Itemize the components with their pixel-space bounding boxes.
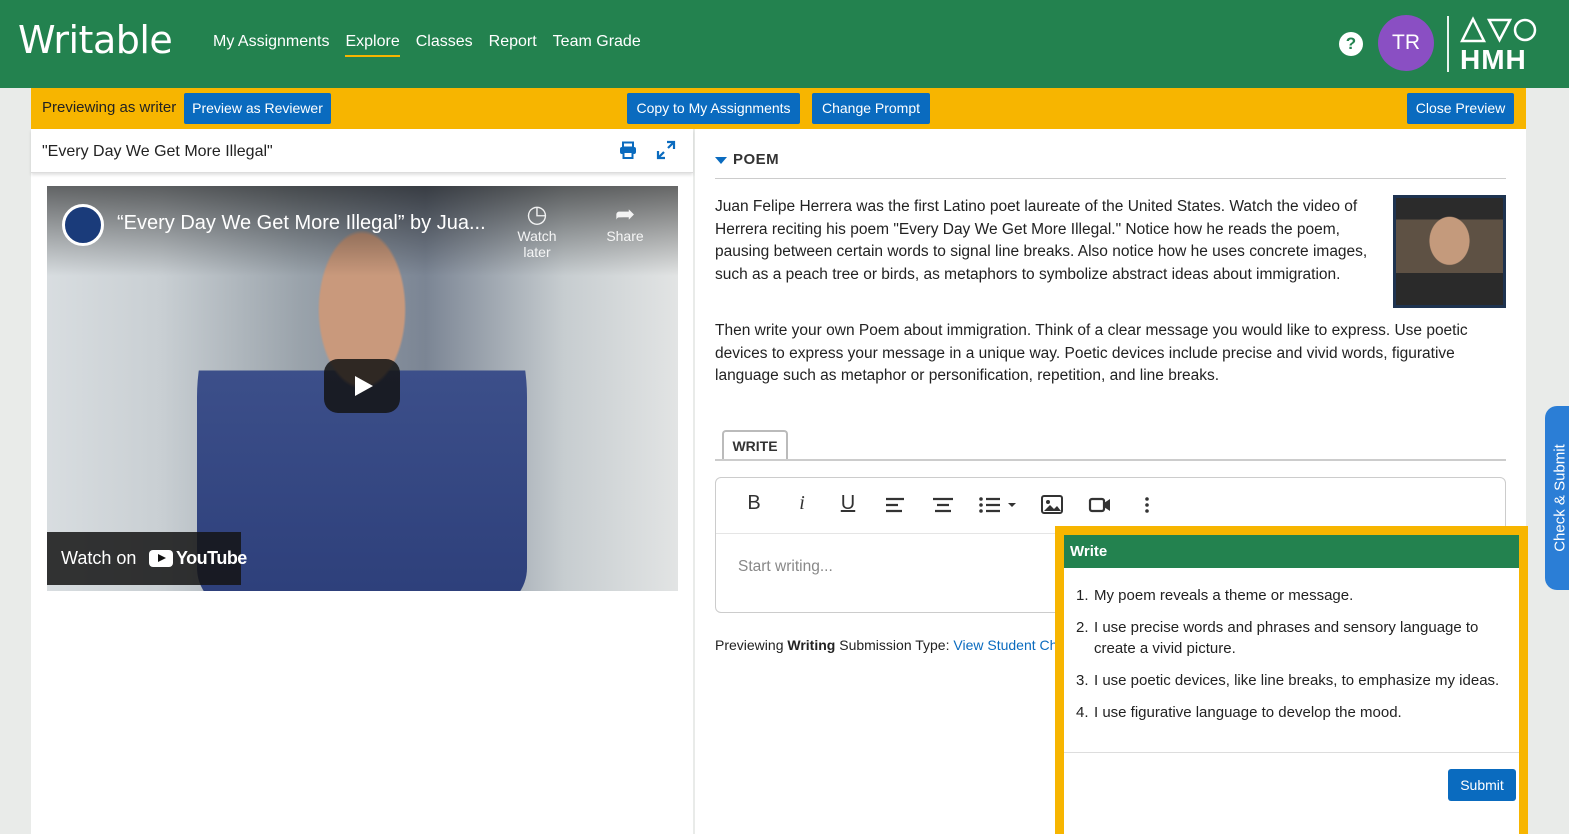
watch-on-youtube-button[interactable]: Watch on YouTube bbox=[47, 532, 247, 585]
section-divider bbox=[715, 178, 1506, 179]
resource-panel: "Every Day We Get More Illegal" “Every D… bbox=[31, 129, 693, 834]
play-button[interactable] bbox=[324, 359, 400, 413]
section-title: POEM bbox=[733, 151, 780, 168]
image-insert-icon[interactable] bbox=[1040, 492, 1064, 518]
youtube-wordmark: YouTube bbox=[176, 548, 247, 568]
more-options-icon[interactable] bbox=[1140, 492, 1154, 518]
change-prompt-button[interactable]: Change Prompt bbox=[812, 93, 930, 124]
poem-section-toggle[interactable]: POEM bbox=[715, 151, 779, 168]
rubric-popup: Write 1. My poem reveals a theme or messa… bbox=[1055, 526, 1528, 834]
align-center-icon[interactable] bbox=[932, 492, 954, 518]
copy-to-my-assignments-button[interactable]: Copy to My Assignments bbox=[627, 93, 800, 124]
bullet-list-icon[interactable] bbox=[978, 492, 1018, 518]
prompt-paragraph-2: Then write your own Poem about immigrati… bbox=[715, 322, 1468, 384]
submission-type-label: Submission Type: bbox=[839, 637, 950, 653]
channel-seal-icon[interactable] bbox=[62, 204, 104, 246]
rubric-checklist: 1. My poem reveals a theme or message. 2.… bbox=[1076, 585, 1506, 734]
close-preview-button[interactable]: Close Preview bbox=[1407, 93, 1514, 124]
bold-button[interactable]: B bbox=[744, 492, 764, 518]
resource-title-bar: "Every Day We Get More Illegal" bbox=[31, 129, 693, 173]
watch-later-label: Watch later bbox=[517, 228, 557, 260]
nav-my-assignments[interactable]: My Assignments bbox=[213, 33, 329, 57]
tab-write[interactable]: WRITE bbox=[722, 430, 788, 461]
video-insert-icon[interactable] bbox=[1088, 492, 1112, 518]
share-button[interactable]: ➦ Share bbox=[590, 200, 660, 244]
hmh-wordmark: HMH bbox=[1460, 44, 1527, 75]
help-icon[interactable]: ? bbox=[1339, 32, 1363, 56]
writing-label: Writing bbox=[787, 637, 836, 653]
check-and-submit-tab[interactable]: Check & Submit bbox=[1545, 406, 1569, 590]
rubric-divider bbox=[1064, 752, 1519, 753]
top-navigation-bar: Writable My Assignments Explore Classes … bbox=[0, 0, 1569, 88]
video-player[interactable]: “Every Day We Get More Illegal” by Jua..… bbox=[47, 186, 678, 591]
writing-input[interactable]: Start writing... bbox=[738, 558, 833, 576]
nav-classes[interactable]: Classes bbox=[416, 33, 473, 57]
rubric-item: 4. I use figurative language to develop t… bbox=[1076, 704, 1402, 721]
submission-type-info: Previewing Writing Submission Type: View… bbox=[715, 637, 1068, 653]
share-arrow-icon: ➦ bbox=[614, 201, 636, 228]
caret-down-icon bbox=[715, 156, 727, 164]
hmh-shapes-icon bbox=[1459, 16, 1537, 43]
header-divider bbox=[1447, 16, 1449, 72]
main-nav: My Assignments Explore Classes Report Te… bbox=[213, 33, 641, 57]
previewing-label: Previewing bbox=[715, 637, 784, 653]
tab-underline bbox=[715, 459, 1506, 461]
share-label: Share bbox=[606, 228, 644, 244]
preview-mode-label: Previewing as writer bbox=[42, 99, 177, 116]
rubric-item: 3. I use poetic devices, like line breaks… bbox=[1076, 672, 1500, 689]
watch-later-button[interactable]: ◷ Watch later bbox=[502, 200, 572, 260]
preview-as-reviewer-button[interactable]: Preview as Reviewer bbox=[184, 93, 331, 124]
nav-report[interactable]: Report bbox=[489, 33, 537, 57]
view-student-choice-link[interactable]: View Student Choi bbox=[953, 637, 1068, 653]
nav-explore[interactable]: Explore bbox=[345, 33, 400, 57]
hmh-logo: HMH bbox=[1459, 16, 1540, 75]
expand-icon[interactable] bbox=[656, 140, 676, 160]
underline-button[interactable]: U bbox=[837, 492, 859, 518]
video-title[interactable]: “Every Day We Get More Illegal” by Jua..… bbox=[117, 212, 486, 235]
clock-icon: ◷ bbox=[526, 201, 548, 228]
youtube-play-icon bbox=[149, 550, 173, 567]
rubric-title: Write bbox=[1064, 535, 1519, 568]
rubric-item: 2. I use precise words and phrases and se… bbox=[1076, 619, 1479, 657]
poet-portrait-image bbox=[1393, 195, 1506, 308]
check-and-submit-label: Check & Submit bbox=[1551, 444, 1569, 552]
watch-on-label: Watch on bbox=[61, 548, 137, 568]
nav-team-grade[interactable]: Team Grade bbox=[553, 33, 641, 57]
italic-button[interactable]: i bbox=[792, 492, 812, 518]
preview-bar: Previewing as writer Preview as Reviewer… bbox=[31, 88, 1526, 129]
avatar[interactable]: TR bbox=[1378, 15, 1434, 71]
resource-title: "Every Day We Get More Illegal" bbox=[42, 143, 273, 160]
align-left-icon[interactable] bbox=[884, 492, 906, 518]
writable-logo[interactable]: Writable bbox=[18, 18, 173, 62]
prompt-paragraph-1: Juan Felipe Herrera was the first Latino… bbox=[715, 198, 1368, 283]
rubric-item: 1. My poem reveals a theme or message. bbox=[1076, 587, 1354, 604]
submit-button[interactable]: Submit bbox=[1448, 769, 1516, 801]
print-icon[interactable] bbox=[619, 141, 637, 159]
